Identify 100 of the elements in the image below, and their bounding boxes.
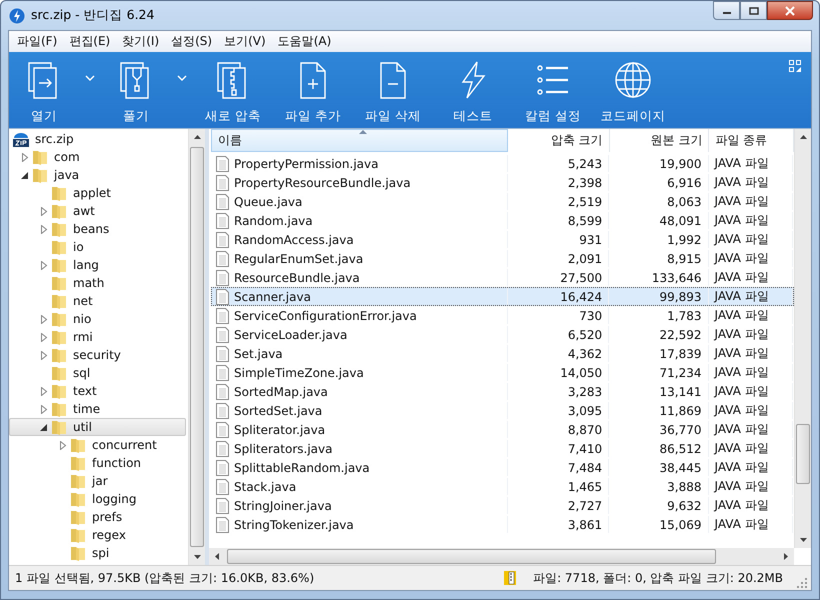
column-header[interactable]: 이름 [211,129,508,152]
tree-item[interactable]: time [9,400,186,418]
tree-item[interactable]: concurrent [9,436,186,454]
tree-item[interactable]: applet [9,184,186,202]
tree-item[interactable]: prefs [9,508,186,526]
scroll-down-icon[interactable] [194,555,200,559]
table-row[interactable]: RegularEnumSet.java 2,091 8,915 JAVA 파일 [211,249,794,268]
tree-item[interactable]: util [9,418,186,436]
table-cell: 1,992 [667,232,702,246]
table-cell: 730 [579,308,602,322]
tree-item[interactable]: beans [9,220,186,238]
tree-item[interactable]: logging [9,490,186,508]
tree-item[interactable]: nio [9,310,186,328]
table-row[interactable]: StringJoiner.java 2,727 9,632 JAVA 파일 [211,496,794,515]
table-cell: JAVA 파일 [714,383,769,400]
table-cell: 3,283 [568,384,602,398]
scrollbar-thumb[interactable] [227,549,716,564]
toolbar-button[interactable]: 풀기 [101,52,171,128]
table-cell: 1,783 [667,308,702,322]
maximize-button[interactable] [740,1,767,20]
table-cell: Stack.java [234,480,296,494]
table-row[interactable]: SortedMap.java 3,283 13,141 JAVA 파일 [211,382,794,401]
table-row[interactable]: ServiceLoader.java 6,520 22,592 JAVA 파일 [211,325,794,344]
table-row[interactable]: RandomAccess.java 931 1,992 JAVA 파일 [211,230,794,249]
table-cell: ResourceBundle.java [234,270,360,284]
table-row[interactable]: ServiceConfigurationError.java 730 1,783 JAVA 파일 [211,306,794,325]
scroll-up-icon[interactable] [800,135,806,139]
scroll-right-icon[interactable] [784,553,788,560]
tree-item[interactable]: awt [9,202,186,220]
table-row[interactable]: PropertyPermission.java 5,243 19,900 JAVA 파일 [211,154,794,173]
document-icon [216,422,229,438]
tree-item[interactable]: math [9,274,186,292]
layout-icon[interactable] [789,60,801,72]
resize-grip-icon[interactable] [797,578,807,588]
collapsed-icon[interactable] [21,152,29,162]
table-row[interactable]: Set.java 4,362 17,839 JAVA 파일 [211,344,794,363]
table-row[interactable]: SimpleTimeZone.java 14,050 71,234 JAVA 파일 [211,363,794,382]
scroll-up-icon[interactable] [194,135,200,139]
tree-item[interactable]: sql [9,364,186,382]
expanded-icon[interactable] [21,170,29,180]
tree-item[interactable]: rmi [9,328,186,346]
table-cell: 8,915 [667,252,702,266]
scroll-down-icon[interactable] [800,538,806,542]
menu-item[interactable]: 편집(E) [63,33,116,50]
table-cell: 13,141 [660,384,702,398]
table-cell: StringTokenizer.java [234,518,354,532]
table-row[interactable]: SplittableRandom.java 7,484 38,445 JAVA 파일 [211,458,794,477]
vertical-scrollbar[interactable] [188,129,205,565]
toolbar-button[interactable]: 새로 압축 [193,52,273,128]
tree-item[interactable]: lang [9,256,186,274]
collapsed-icon[interactable] [40,260,48,270]
menu-item[interactable]: 도움말(A) [272,33,338,50]
scroll-left-icon[interactable] [215,553,219,560]
tree-item[interactable]: security [9,346,186,364]
scrollbar-thumb[interactable] [190,147,204,547]
scrollbar-thumb[interactable] [796,424,810,484]
tree-item[interactable]: regex [9,526,186,544]
table-row[interactable]: StringTokenizer.java 3,861 15,069 JAVA 파일 [211,515,794,534]
toolbar-button[interactable]: 칼럼 설정 [513,52,593,128]
table-row[interactable]: Scanner.java 16,424 99,893 JAVA 파일 [211,287,794,306]
close-button[interactable] [767,1,813,20]
table-row[interactable]: SortedSet.java 3,095 11,869 JAVA 파일 [211,401,794,420]
document-icon [216,402,229,418]
tree-item[interactable]: com [9,148,186,166]
menu-item[interactable]: 찾기(I) [116,33,166,50]
toolbar-button[interactable]: 파일 삭제 [353,52,433,128]
tree-item[interactable]: spi [9,544,186,562]
tree-item[interactable]: src.zip [35,132,74,146]
tree-item[interactable]: jar [9,472,186,490]
document-icon [216,194,229,210]
menu-item[interactable]: 설정(S) [165,33,218,50]
tree-item[interactable]: function [9,454,186,472]
collapsed-icon[interactable] [59,440,67,450]
minimize-button[interactable] [713,1,740,20]
column-header[interactable]: 원본 크기 [610,129,710,152]
table-row[interactable]: PropertyResourceBundle.java 2,398 6,916 JAVA 파일 [211,173,794,192]
window-title: src.zip - 반디집 6.24 [31,7,154,24]
table-row[interactable]: Queue.java 2,519 8,063 JAVA 파일 [211,192,794,211]
vertical-scrollbar[interactable] [794,129,811,548]
table-cell: JAVA 파일 [714,402,769,419]
table-row[interactable]: Stack.java 1,465 3,888 JAVA 파일 [211,477,794,496]
toolbar-button[interactable]: 테스트 [433,52,513,128]
menu-item[interactable]: 보기(V) [218,33,272,50]
toolbar-button[interactable]: 코드페이지 [593,52,673,128]
tree-item[interactable]: net [9,292,186,310]
table-row[interactable]: Spliterators.java 7,410 86,512 JAVA 파일 [211,439,794,458]
toolbar-button[interactable]: 열기 [9,52,79,128]
horizontal-scrollbar[interactable] [209,548,794,565]
toolbar-button[interactable]: 파일 추가 [273,52,353,128]
table-row[interactable]: Random.java 8,599 48,091 JAVA 파일 [211,211,794,230]
table-row[interactable]: ResourceBundle.java 27,500 133,646 JAVA 파일 [211,268,794,287]
tree-item[interactable]: io [9,238,186,256]
tree-item[interactable]: text [9,382,186,400]
table-row[interactable]: Spliterator.java 8,870 36,770 JAVA 파일 [211,420,794,439]
expanded-icon[interactable] [40,422,48,432]
folder-icon [70,455,86,471]
document-icon [216,250,229,266]
tree-item[interactable]: java [9,166,186,184]
document-icon [216,308,229,324]
menu-item[interactable]: 파일(F) [11,33,64,50]
